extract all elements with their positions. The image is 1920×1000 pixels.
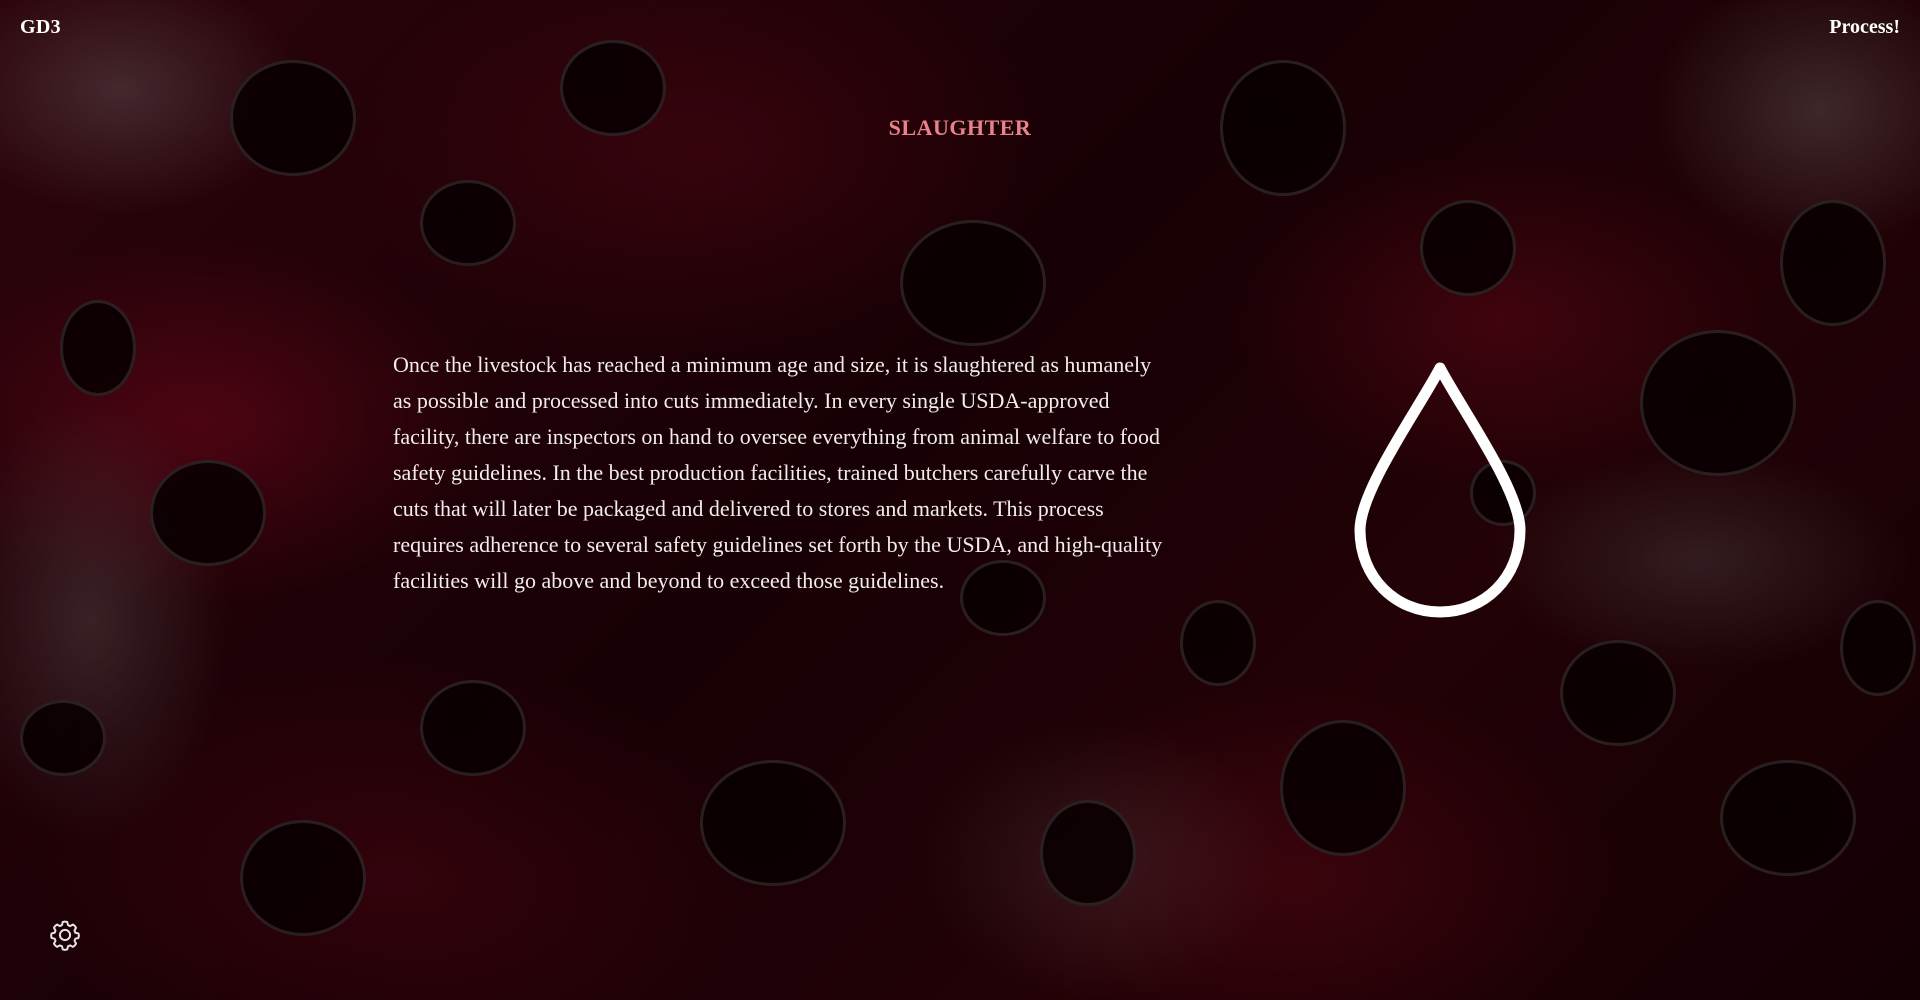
- brand-logo-link[interactable]: GD3: [20, 16, 61, 39]
- gear-icon[interactable]: [48, 918, 82, 952]
- section-body-text: Once the livestock has reached a minimum…: [393, 352, 1163, 593]
- section-title: SLAUGHTER: [888, 115, 1032, 140]
- blood-drop-icon: [1354, 362, 1526, 618]
- process-nav-link[interactable]: Process!: [1829, 16, 1900, 39]
